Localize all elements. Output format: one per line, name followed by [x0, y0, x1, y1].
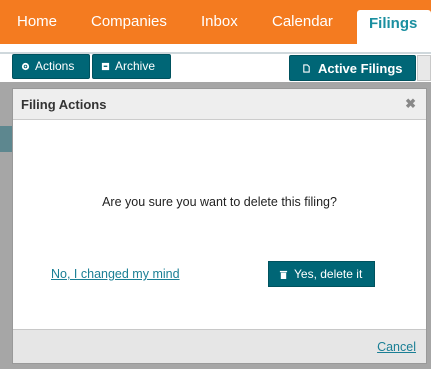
- trash-icon: [279, 270, 288, 279]
- active-filings-label: Active Filings: [318, 60, 403, 76]
- archive-label: Archive: [115, 59, 156, 73]
- dialog-header: Filing Actions ✖: [13, 89, 426, 120]
- actions-button[interactable]: Actions: [12, 54, 90, 79]
- nav-companies[interactable]: Companies: [91, 0, 167, 44]
- actions-label: Actions: [35, 59, 75, 73]
- active-filings-button[interactable]: Active Filings: [289, 55, 416, 81]
- no-changed-mind-link[interactable]: No, I changed my mind: [51, 267, 180, 281]
- nav-calendar[interactable]: Calendar: [272, 0, 333, 44]
- nav-filings[interactable]: Filings: [357, 10, 431, 44]
- top-nav: Home Companies Inbox Calendar Filings: [0, 0, 431, 44]
- close-icon[interactable]: ✖: [405, 96, 416, 112]
- dialog-footer: Cancel: [13, 329, 426, 363]
- filing-actions-dialog: Filing Actions ✖ Are you sure you want t…: [12, 88, 427, 364]
- yes-delete-button[interactable]: Yes, delete it: [268, 261, 375, 287]
- nav-home[interactable]: Home: [17, 0, 57, 44]
- dialog-title: Filing Actions: [21, 97, 107, 112]
- confirmation-question: Are you sure you want to delete this fil…: [102, 195, 337, 209]
- nav-inbox[interactable]: Inbox: [201, 0, 238, 44]
- archive-icon: [101, 62, 110, 71]
- segment-right-button[interactable]: [417, 55, 431, 81]
- yes-delete-label: Yes, delete it: [294, 267, 363, 281]
- archive-button[interactable]: Archive: [92, 54, 171, 79]
- gear-icon: [21, 62, 30, 71]
- dialog-body: Are you sure you want to delete this fil…: [13, 120, 426, 332]
- document-icon: [303, 63, 310, 73]
- cancel-link[interactable]: Cancel: [377, 340, 416, 354]
